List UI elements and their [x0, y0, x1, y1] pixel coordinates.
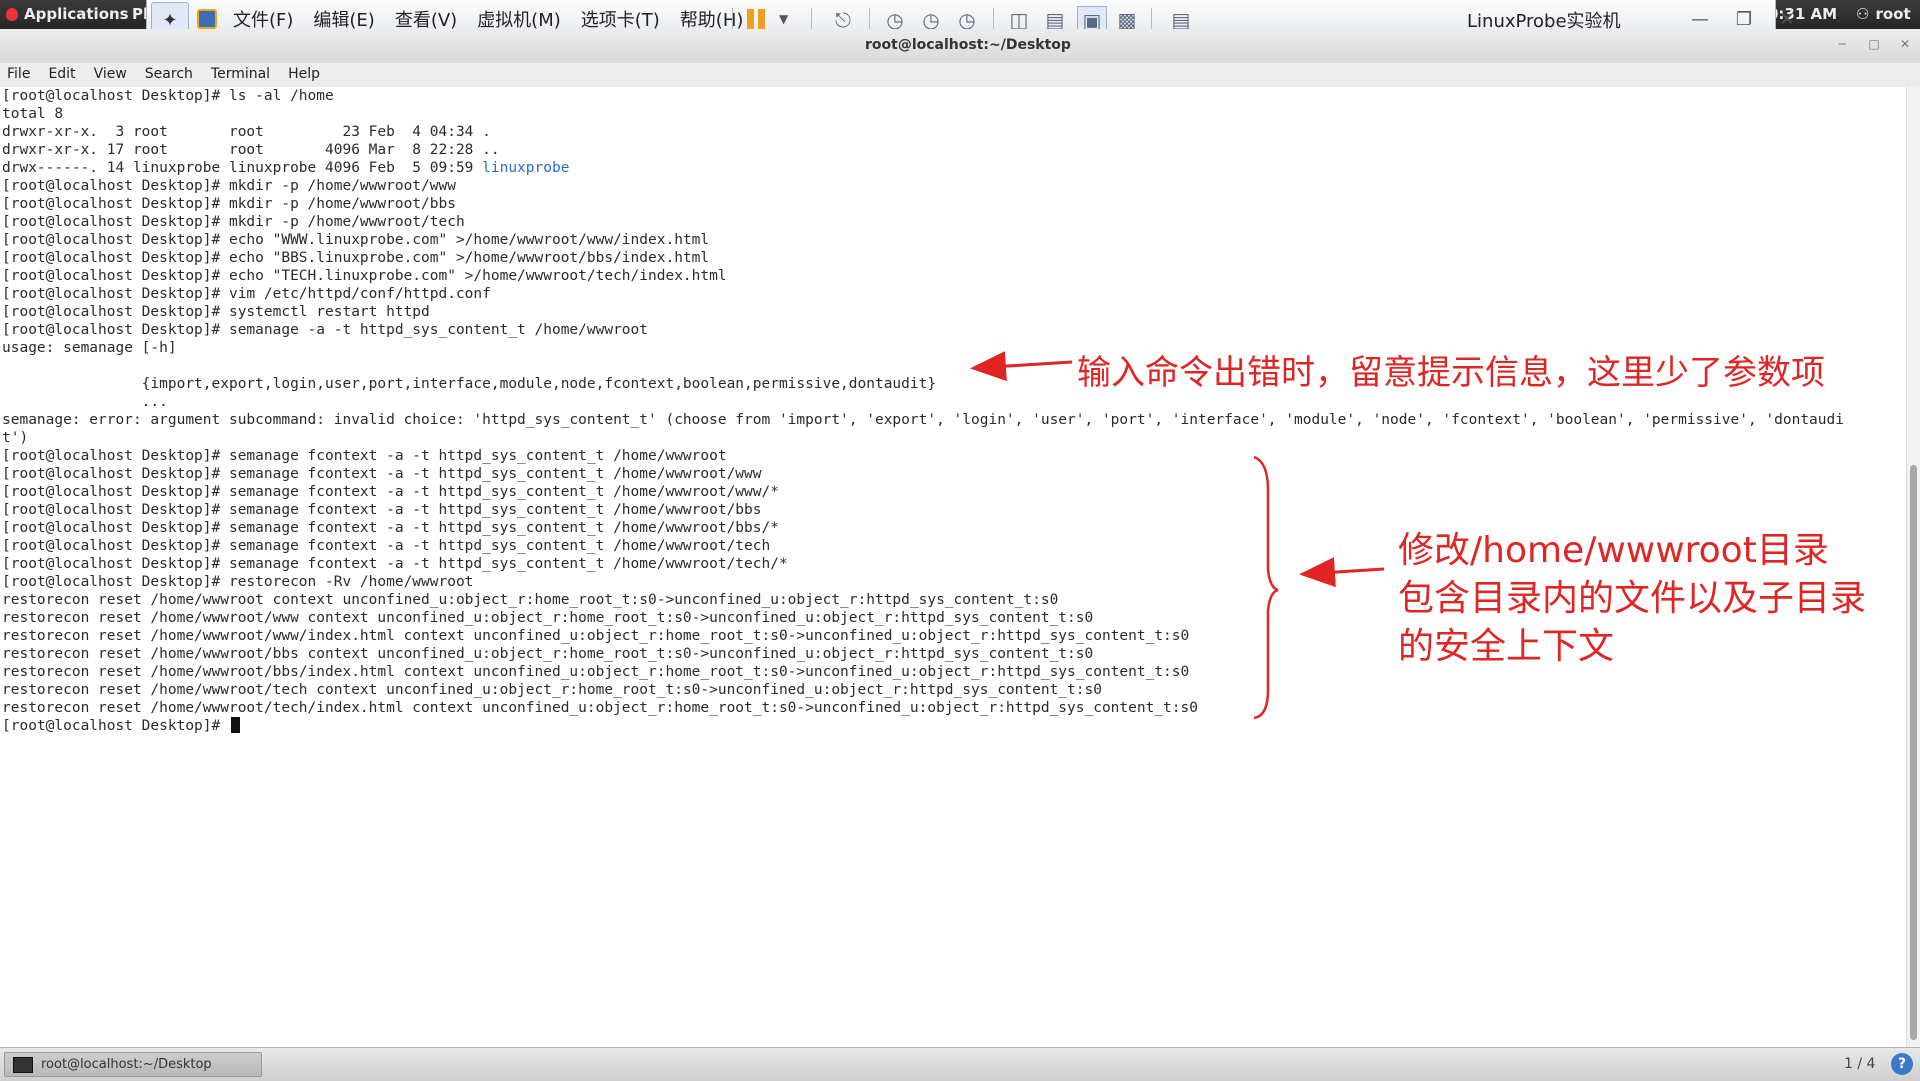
close-icon[interactable]: ✕ [1774, 7, 1800, 31]
annotation-line: 修改/home/wwwroot目录 [1398, 530, 1829, 571]
scrollbar-thumb[interactable] [1910, 465, 1917, 1040]
help-icon[interactable]: ? [1891, 1053, 1913, 1075]
terminal-menu-file[interactable]: File [7, 66, 30, 82]
gnome-foot-icon [6, 7, 18, 21]
taskbar-terminal-button[interactable]: root@localhost:~/Desktop [4, 1052, 262, 1077]
applications-menu[interactable]: Applications [6, 5, 129, 23]
annotation-error-note: 输入命令出错时，留意提示信息，这里少了参数项 [1077, 353, 1825, 393]
terminal-icon [13, 1056, 33, 1073]
terminal-menu-help[interactable]: Help [288, 66, 320, 82]
terminal-lines: [root@localhost Desktop]# ls -al /home t… [2, 88, 500, 176]
user-icon: ⚇ [1856, 5, 1870, 23]
terminal-menu-view[interactable]: View [94, 66, 127, 82]
terminal-prompt: [root@localhost Desktop]# [2, 718, 229, 734]
workspace-indicator[interactable]: 1 / 4 [1844, 1056, 1875, 1072]
directory-name: linuxprobe [482, 160, 570, 176]
window-minimize-icon[interactable]: ─ [1832, 35, 1852, 53]
annotation-line: 包含目录内的文件以及子目录 [1398, 578, 1867, 619]
terminal-menubar: File Edit View Search Terminal Help [0, 63, 1920, 88]
vmware-logo-icon[interactable] [197, 9, 217, 29]
window-maximize-icon[interactable]: □ [1864, 35, 1884, 53]
terminal-titlebar: root@localhost:~/Desktop ─ □ ✕ [0, 29, 1920, 64]
applications-label: Applications [24, 5, 129, 23]
terminal-menu-search[interactable]: Search [145, 66, 193, 82]
user-label: root [1875, 5, 1911, 23]
terminal-cursor [230, 717, 240, 733]
user-menu[interactable]: ⚇ root [1856, 5, 1911, 23]
taskbar-task-label: root@localhost:~/Desktop [41, 1057, 212, 1072]
window-close-icon[interactable]: ✕ [1895, 35, 1915, 53]
window-title: root@localhost:~/Desktop [865, 37, 1071, 53]
restore-icon[interactable]: ❐ [1731, 7, 1757, 31]
terminal-scrollbar[interactable] [1906, 87, 1920, 1047]
bottom-taskbar: root@localhost:~/Desktop 1 / 4 ? [0, 1047, 1920, 1081]
annotation-context-note: 修改/home/wwwroot目录 包含目录内的文件以及子目录 的安全上下文 [1398, 527, 1866, 671]
chevron-down-icon[interactable]: ▼ [779, 12, 788, 26]
annotation-line: 的安全上下文 [1398, 626, 1615, 667]
pause-icon[interactable] [747, 9, 767, 31]
minimize-icon[interactable]: — [1687, 7, 1713, 31]
terminal-menu-edit[interactable]: Edit [48, 66, 75, 82]
terminal-menu-terminal[interactable]: Terminal [211, 66, 270, 82]
